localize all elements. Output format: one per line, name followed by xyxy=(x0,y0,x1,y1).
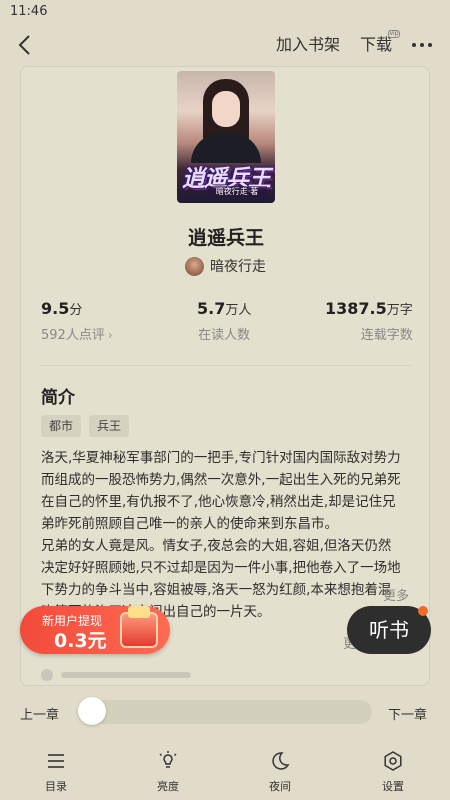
download-vip-badge: vip xyxy=(388,30,400,38)
settings-label: 设置 xyxy=(382,780,404,793)
toc-label: 目录 xyxy=(45,780,67,793)
readers-stat: 5.7万人 在读人数 xyxy=(197,299,251,343)
status-bar: 11:46 xyxy=(0,0,450,24)
night-mode-label: 夜间 xyxy=(269,780,291,793)
readers-label: 在读人数 xyxy=(198,328,251,343)
settings-icon xyxy=(384,751,402,771)
intro-line: 在自己的怀里,有仇报不了,他心恢意冷,稍然出走,却是记住兄 xyxy=(41,494,396,510)
intro-line: 决定好好照顾她,只不过却是因为一件小事,把他卷入了一场地 xyxy=(41,560,401,576)
brightness-label: 亮度 xyxy=(157,780,179,793)
readers-value: 5.7 xyxy=(197,299,226,318)
more-options-icon[interactable] xyxy=(410,34,434,56)
rating-count-label: 592人点评 xyxy=(41,328,105,343)
back-arrow-icon[interactable] xyxy=(14,32,38,58)
author-name: 暗夜行走 xyxy=(210,259,266,275)
intro-line: 而组成的一股恐怖势力,偶然一次意外,一起出生入死的兄弟死 xyxy=(41,472,401,488)
author-avatar xyxy=(185,256,204,276)
intro-more-link[interactable]: 更多 xyxy=(383,585,409,604)
divider xyxy=(39,365,411,366)
book-cover-image[interactable]: 逍遥兵王 暗夜行走·著 xyxy=(177,71,275,203)
toc-button[interactable]: 目录 xyxy=(26,750,86,794)
red-envelope-icon xyxy=(120,606,158,648)
intro-line: 兄弟的女人竟是风。情女子,夜总会的大姐,容姐,但洛天仍然 xyxy=(41,538,392,554)
word-count-unit: 万字 xyxy=(386,303,413,318)
chevron-right-icon: › xyxy=(107,328,113,342)
intro-line: 弟昨死前照顾自己唯一的亲人的使命来到东昌市。 xyxy=(41,516,338,532)
rating-value: 9.5 xyxy=(41,299,70,318)
new-user-cash-promo[interactable]: 新用户提现 0.3元 xyxy=(20,606,170,654)
promo-amount: 0.3元 xyxy=(54,630,107,652)
rating-count: 592人点评 › xyxy=(41,324,113,343)
faded-review-preview xyxy=(41,669,341,681)
brightness-icon xyxy=(159,751,177,768)
readers-unit: 万人 xyxy=(225,303,252,318)
download-button[interactable]: 下载 xyxy=(360,34,392,56)
word-count-label: 连载字数 xyxy=(360,328,413,343)
rating-value-row: 9.5分 xyxy=(41,299,113,318)
word-count-value-row: 1387.5万字 xyxy=(325,299,413,318)
chapter-progress-thumb[interactable] xyxy=(78,697,106,725)
intro-heading: 简介 xyxy=(41,388,75,408)
notification-dot xyxy=(418,606,428,616)
tag-urban[interactable]: 都市 xyxy=(41,415,82,437)
settings-button[interactable]: 设置 xyxy=(363,750,423,794)
add-to-shelf-button[interactable]: 加入书架 xyxy=(276,34,340,56)
word-count-value: 1387.5 xyxy=(325,299,387,318)
tag-soldier-king[interactable]: 兵王 xyxy=(89,415,130,437)
book-title: 逍遥兵王 xyxy=(187,227,264,249)
rating-stat[interactable]: 9.5分 592人点评 › xyxy=(41,299,113,343)
word-count-stat: 1387.5万字 连载字数 xyxy=(325,299,413,343)
top-bar: 加入书架 下载 vip xyxy=(0,24,450,66)
rating-unit: 分 xyxy=(69,303,83,318)
tag-list: 都市 兵王 xyxy=(41,415,130,437)
cover-author-art: 暗夜行走·著 xyxy=(207,186,267,197)
chapter-navigation: 上一章 下一章 xyxy=(0,694,450,734)
brightness-button[interactable]: 亮度 xyxy=(138,750,198,794)
author-link[interactable]: 暗夜行走 xyxy=(185,255,266,277)
moon-icon xyxy=(272,752,290,770)
previous-chapter-button[interactable]: 上一章 xyxy=(20,704,59,723)
status-time: 11:46 xyxy=(10,4,48,19)
list-icon xyxy=(48,754,64,768)
intro-text: 洛天,华夏神秘军事部门的一把手,专门针对国内国际敌对势力 而组成的一股恐怖势力,… xyxy=(41,447,413,627)
intro-line: 下势力的争斗当中,容姐被辱,洛天一怒为红颜,本来想抱着混 xyxy=(41,582,392,598)
intro-line: 洛天,华夏神秘军事部门的一把手,专门针对国内国际敌对势力 xyxy=(41,450,401,466)
book-info-card: 逍遥兵王 暗夜行走·著 逍遥兵王 暗夜行走 9.5分 592人点评 › 5.7万人… xyxy=(20,66,430,686)
chapter-progress-slider[interactable] xyxy=(78,700,372,724)
readers-value-row: 5.7万人 xyxy=(197,299,251,318)
night-mode-button[interactable]: 夜间 xyxy=(250,750,310,794)
next-chapter-button[interactable]: 下一章 xyxy=(388,704,427,723)
bottom-toolbar: 目录 亮度 夜间 设置 xyxy=(0,744,450,800)
